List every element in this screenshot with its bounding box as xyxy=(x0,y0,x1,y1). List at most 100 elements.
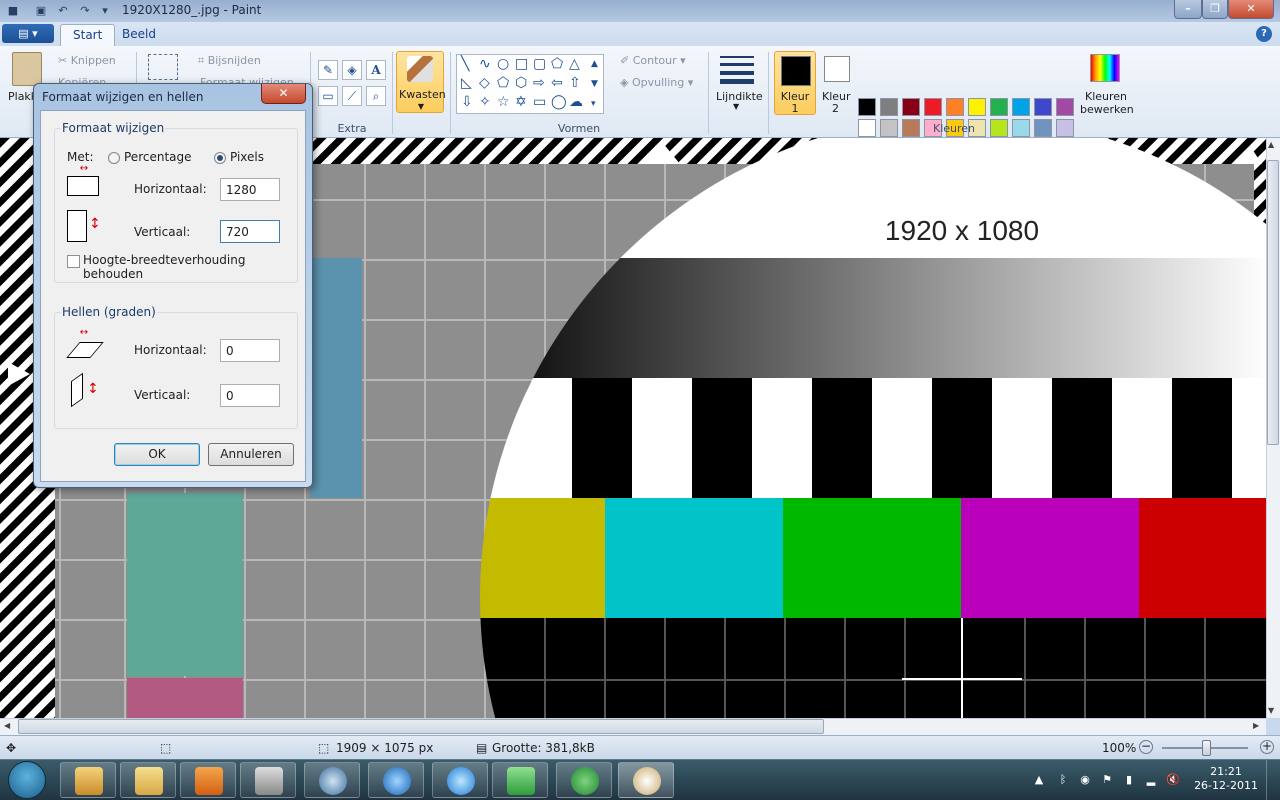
pixels-radio[interactable] xyxy=(214,152,226,164)
diamond-shape-icon[interactable]: ◇ xyxy=(479,76,490,90)
scroll-right-icon[interactable]: ▶ xyxy=(1253,721,1259,730)
resize-vertical-input[interactable] xyxy=(220,220,280,243)
palette-swatch[interactable] xyxy=(1034,98,1052,116)
start-button[interactable] xyxy=(8,761,46,799)
scroll-up-icon[interactable]: ▲ xyxy=(1268,140,1274,149)
palette-swatch[interactable] xyxy=(1012,98,1030,116)
shapes-expand-icon[interactable]: ▾ xyxy=(591,97,596,111)
maximize-button[interactable]: ❐ xyxy=(1202,0,1228,19)
right-arrow-shape-icon[interactable]: ⇨ xyxy=(533,76,545,90)
zoom-out-button[interactable]: − xyxy=(1139,740,1153,754)
tab-start[interactable]: Start xyxy=(60,24,116,46)
minimize-button[interactable]: – xyxy=(1174,0,1202,19)
cancel-button[interactable]: Annuleren xyxy=(208,443,294,466)
taskbar-paint[interactable] xyxy=(618,762,674,798)
scroll-down-icon[interactable]: ▼ xyxy=(1268,706,1274,715)
edit-colors-button[interactable]: Kleuren bewerken xyxy=(1080,90,1134,116)
edit-colors-icon[interactable] xyxy=(1090,54,1120,82)
color1-button[interactable]: Kleur 1 xyxy=(774,51,816,115)
six-point-star-shape-icon[interactable]: ✡ xyxy=(515,95,527,109)
crop-button[interactable]: ⌗ Bijsnijden xyxy=(198,54,261,68)
skew-vertical-input[interactable] xyxy=(220,384,280,407)
pentagon-shape-icon[interactable]: ⬠ xyxy=(497,76,509,90)
taskbar-media-player[interactable] xyxy=(180,762,236,798)
clipboard-icon[interactable] xyxy=(12,52,42,86)
pixels-label[interactable]: Pixels xyxy=(230,150,264,164)
quick-access-menu-icon[interactable]: ▾ xyxy=(98,4,112,18)
scroll-left-icon[interactable]: ◀ xyxy=(4,721,10,730)
close-button[interactable]: ✕ xyxy=(1228,0,1274,19)
callout-rect-shape-icon[interactable]: ▭ xyxy=(533,95,546,109)
magnifier-icon[interactable]: ⌕ xyxy=(366,86,386,106)
color2-swatch[interactable] xyxy=(824,56,850,82)
eraser-icon[interactable]: ▭ xyxy=(318,86,338,106)
four-point-star-shape-icon[interactable]: ✧ xyxy=(479,95,491,109)
bluetooth-icon[interactable]: ᛒ xyxy=(1056,773,1070,787)
taskbar-explorer[interactable] xyxy=(120,762,176,798)
skew-horizontal-input[interactable] xyxy=(220,339,280,362)
up-arrow-shape-icon[interactable]: ⇧ xyxy=(569,76,581,90)
keep-aspect-ratio-label[interactable]: Hoogte-breedteverhouding behouden xyxy=(83,253,305,281)
network-icon[interactable]: ▂ xyxy=(1144,773,1158,787)
palette-swatch[interactable] xyxy=(902,98,920,116)
down-arrow-shape-icon[interactable]: ⇩ xyxy=(461,95,473,109)
left-arrow-shape-icon[interactable]: ⇦ xyxy=(551,76,563,90)
app-tray-icon[interactable]: ◉ xyxy=(1078,773,1092,787)
palette-swatch[interactable] xyxy=(880,98,898,116)
palette-swatch[interactable] xyxy=(990,98,1008,116)
cloud-shape-icon[interactable]: ☁ xyxy=(569,95,583,109)
palette-swatch[interactable] xyxy=(1056,119,1074,137)
rectangle-shape-icon[interactable]: □ xyxy=(515,57,528,71)
line-shape-icon[interactable]: ╲ xyxy=(461,57,469,71)
power-icon[interactable]: ▮ xyxy=(1122,773,1136,787)
palette-swatch[interactable] xyxy=(858,98,876,116)
palette-swatch[interactable] xyxy=(946,98,964,116)
line-width-button[interactable]: Lijndikte xyxy=(716,90,763,103)
palette-swatch[interactable] xyxy=(1056,98,1074,116)
dialog-close-button[interactable]: ✕ xyxy=(261,84,306,104)
curve-shape-icon[interactable]: ∿ xyxy=(479,57,491,71)
right-triangle-shape-icon[interactable]: ◺ xyxy=(461,76,472,90)
fill-bucket-icon[interactable]: ◈ xyxy=(342,60,362,80)
shapes-scroll-down-icon[interactable]: ▼ xyxy=(591,77,598,91)
zoom-slider-thumb[interactable] xyxy=(1202,740,1211,756)
palette-swatch[interactable] xyxy=(968,98,986,116)
outline-button[interactable]: ✐ Contour ▾ xyxy=(620,54,686,67)
horizontal-scroll-thumb[interactable] xyxy=(18,719,824,734)
flag-icon[interactable]: ⚑ xyxy=(1100,773,1114,787)
callout-oval-shape-icon[interactable]: ◯ xyxy=(551,95,567,109)
taskbar-app-e2[interactable] xyxy=(240,762,296,798)
zoom-in-button[interactable]: + xyxy=(1260,740,1274,754)
taskbar-utorrent[interactable] xyxy=(556,762,612,798)
triangle-shape-icon[interactable]: △ xyxy=(569,57,580,71)
paint-menu-button[interactable]: ▤ ▾ xyxy=(2,24,54,43)
taskbar-app-swirl[interactable] xyxy=(368,762,424,798)
polygon-shape-icon[interactable]: ⬠ xyxy=(551,57,563,71)
shapes-gallery[interactable]: ╲ ∿ ○ □ ▢ ⬠ △ ◺ ◇ ⬠ ⬡ ⇨ ⇦ ⇧ ⇩ ✧ ☆ ✡ ▭ ◯ … xyxy=(456,54,604,114)
taskbar-internet-explorer[interactable] xyxy=(432,762,488,798)
hexagon-shape-icon[interactable]: ⬡ xyxy=(515,76,527,90)
show-desktop-button[interactable] xyxy=(1266,760,1280,800)
redo-icon[interactable]: ↷ xyxy=(78,4,92,18)
volume-muted-icon[interactable]: 🔇 xyxy=(1166,773,1180,787)
taskbar-app-moon[interactable] xyxy=(304,762,360,798)
palette-swatch[interactable] xyxy=(924,98,942,116)
ok-button[interactable]: OK xyxy=(114,443,200,466)
resize-horizontal-input[interactable] xyxy=(220,178,280,201)
save-icon[interactable]: ▣ xyxy=(34,4,48,18)
undo-icon[interactable]: ↶ xyxy=(56,4,70,18)
fill-button[interactable]: ◈ Opvulling ▾ xyxy=(620,76,693,89)
oval-shape-icon[interactable]: ○ xyxy=(497,57,509,71)
five-point-star-shape-icon[interactable]: ☆ xyxy=(497,95,510,109)
line-width-icon[interactable] xyxy=(720,54,754,84)
cut-button[interactable]: ✂ Knippen xyxy=(58,54,116,67)
keep-aspect-ratio-checkbox[interactable] xyxy=(67,255,80,268)
tab-beeld[interactable]: Beeld xyxy=(110,24,168,46)
pencil-icon[interactable]: ✎ xyxy=(318,60,338,80)
taskbar-clock[interactable]: 21:21 26-12-2011 xyxy=(1194,765,1258,793)
color-picker-icon[interactable]: ⟋ xyxy=(342,86,362,106)
brushes-button[interactable]: Kwasten ▼ xyxy=(396,51,446,113)
percentage-label[interactable]: Percentage xyxy=(124,150,192,164)
percentage-radio[interactable] xyxy=(108,152,120,164)
show-hidden-icons-icon[interactable]: ▲ xyxy=(1032,773,1046,787)
